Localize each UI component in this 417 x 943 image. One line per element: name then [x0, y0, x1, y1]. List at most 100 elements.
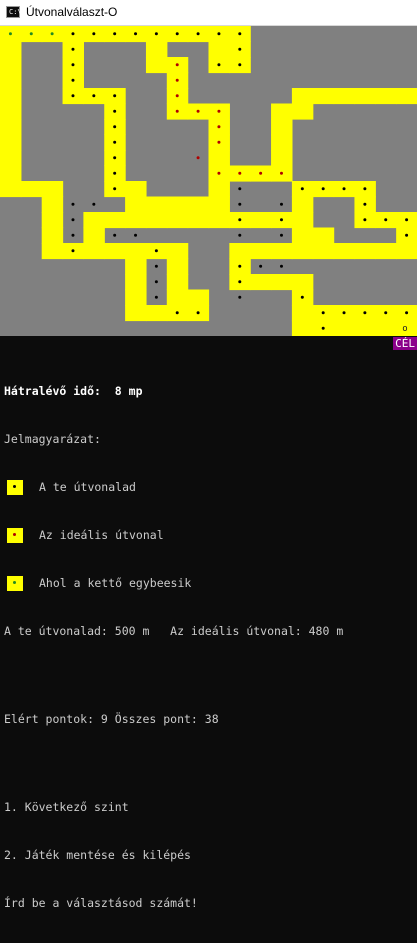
road-tile — [291, 212, 314, 229]
your-route-dot — [196, 311, 200, 315]
road-tile — [333, 320, 356, 336]
console-app-icon: C:\ — [6, 6, 22, 18]
menu-item-next-level: 1. Következő szint — [4, 800, 129, 814]
your-route-dot — [113, 171, 117, 175]
your-route-dot — [71, 78, 75, 82]
road-tile — [187, 289, 210, 306]
your-route-dot — [279, 233, 283, 237]
ideal-route-dot — [238, 171, 242, 175]
road-tile — [0, 181, 22, 198]
road-tile — [250, 243, 272, 260]
road-tile — [125, 181, 147, 198]
your-route-dot — [113, 109, 117, 113]
console-output: Hátralévő idő: 8 mp Jelmagyarázat: A te … — [4, 351, 414, 943]
your-route-dot — [154, 32, 158, 36]
game-board: o — [0, 26, 417, 336]
your-route-dot — [71, 218, 75, 222]
ideal-route-dot — [175, 94, 179, 98]
your-route-dot — [321, 326, 325, 330]
road-tile — [166, 289, 189, 306]
your-route-dot — [134, 32, 138, 36]
road-tile — [354, 88, 376, 105]
your-route-dot — [405, 233, 409, 237]
your-route-dot — [238, 295, 242, 299]
legend-label: A te útvonalad — [39, 480, 136, 494]
your-route-dot — [363, 218, 367, 222]
road-tile — [375, 243, 397, 260]
road-tile — [125, 258, 147, 275]
your-route-dot — [238, 187, 242, 191]
your-route-dot — [238, 32, 242, 36]
your-route-dot — [363, 311, 367, 315]
road-tile — [145, 196, 168, 213]
legend-item-ideal-route: Az ideális útvonal — [4, 527, 414, 543]
road-tile — [41, 227, 64, 244]
your-route-dot — [92, 32, 96, 36]
your-route-dot — [154, 295, 158, 299]
road-tile — [145, 41, 168, 58]
your-route-dot — [154, 280, 158, 284]
road-tile — [145, 57, 168, 74]
road-tile — [396, 88, 417, 105]
your-route-dot — [238, 218, 242, 222]
input-prompt[interactable]: Írd be a választásod számát! — [4, 895, 414, 911]
ideal-route-dot — [217, 125, 221, 129]
your-route-dot — [71, 47, 75, 51]
console-window: C:\ Útvonalválaszt-O o CÉL Hátralévő idő… — [0, 0, 417, 910]
legend-item-your-route: A te útvonalad — [4, 479, 414, 495]
road-tile — [41, 243, 64, 260]
time-value: 8 mp — [114, 384, 143, 398]
goal-marker: o — [402, 324, 407, 334]
road-tile — [271, 134, 293, 151]
road-tile — [104, 212, 126, 229]
ideal-route-dot — [217, 171, 221, 175]
road-tile — [229, 243, 251, 260]
your-route-dot — [238, 233, 242, 237]
road-tile — [291, 320, 314, 336]
your-route-dot — [113, 187, 117, 191]
road-tile — [291, 196, 314, 213]
your-route-dot — [71, 63, 75, 67]
your-route-dot — [154, 249, 158, 253]
your-route-dot — [321, 311, 325, 315]
your-route-dot — [342, 311, 346, 315]
your-route-dot — [238, 202, 242, 206]
road-tile — [271, 119, 293, 136]
your-route-dot — [217, 63, 221, 67]
road-tile — [125, 212, 147, 229]
road-tile — [41, 196, 64, 213]
title-bar[interactable]: C:\ Útvonalválaszt-O — [0, 0, 417, 26]
road-tile — [291, 243, 314, 260]
road-tile — [208, 41, 230, 58]
road-tile — [312, 227, 335, 244]
road-tile — [208, 196, 230, 213]
road-tile — [0, 134, 22, 151]
time-label: Hátralévő idő: — [4, 384, 101, 398]
your-route-dot — [113, 32, 117, 36]
road-tile — [166, 243, 189, 260]
your-route-dot — [92, 94, 96, 98]
your-route-dot — [238, 63, 242, 67]
road-tile — [271, 243, 293, 260]
road-tile — [166, 196, 189, 213]
road-tile — [291, 88, 314, 105]
ideal-route-dot — [217, 109, 221, 113]
legend-label: Ahol a kettő egybeesik — [39, 576, 192, 590]
road-tile — [291, 103, 314, 120]
your-route-dot — [71, 233, 75, 237]
road-tile — [0, 57, 22, 74]
ideal-route-dot — [259, 171, 263, 175]
road-tile — [208, 181, 230, 198]
legend-item-overlap: Ahol a kettő egybeesik — [4, 575, 414, 591]
your-route-dot — [196, 32, 200, 36]
road-tile — [250, 212, 272, 229]
road-tile — [145, 305, 168, 322]
road-tile — [83, 212, 105, 229]
road-tile — [125, 196, 147, 213]
your-route-dot — [259, 264, 263, 268]
your-route-dot — [300, 187, 304, 191]
road-tile — [104, 243, 126, 260]
overlap-swatch — [7, 575, 23, 591]
road-tile — [41, 181, 64, 198]
road-tile — [291, 227, 314, 244]
